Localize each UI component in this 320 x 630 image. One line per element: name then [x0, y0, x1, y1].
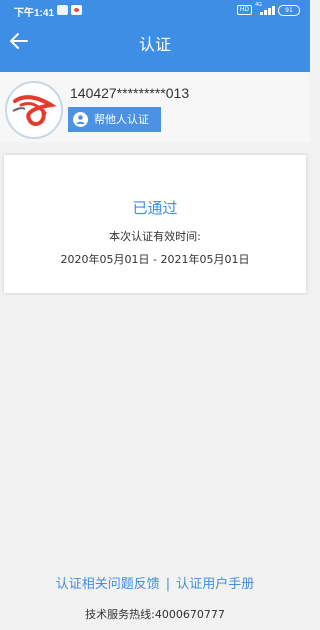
help-button-label: 帮他人认证 — [94, 113, 149, 126]
status-bar: 下午1:41 HD 4G 91 — [0, 0, 310, 20]
feedback-link[interactable]: 认证相关问题反馈 — [56, 577, 160, 592]
service-hotline: 技术服务热线:4000670777 — [85, 608, 225, 621]
battery-icon: 91 — [278, 4, 300, 16]
redacted-avatar-icon — [12, 95, 57, 127]
verification-status: 已通过 — [132, 199, 178, 217]
avatar — [5, 81, 63, 139]
signal-icon: 4G — [255, 2, 275, 15]
valid-period-range: 2020年05月01日 - 2021年05月01日 — [60, 253, 250, 266]
notification-icon — [57, 5, 68, 15]
profile-row: 140427*********013 帮他人认证 — [0, 72, 310, 142]
page-title: 认证 — [138, 35, 171, 54]
valid-period-label: 本次认证有效时间: — [109, 230, 201, 243]
status-time: 下午1:41 — [14, 8, 55, 19]
help-others-verify-button[interactable]: 帮他人认证 — [68, 107, 161, 132]
app-notification-icon — [71, 5, 82, 15]
top-bar: 下午1:41 HD 4G 91 认证 — [0, 0, 310, 72]
footer-links: 认证相关问题反馈 | 认证用户手册 — [0, 573, 310, 592]
link-separator: | — [165, 577, 171, 592]
id-number: 140427*********013 — [70, 85, 190, 101]
hd-icon: HD — [237, 5, 252, 15]
user-icon — [73, 112, 88, 127]
manual-link[interactable]: 认证用户手册 — [176, 577, 254, 592]
status-icons: HD 4G 91 — [237, 2, 300, 16]
network-label: 4G — [255, 2, 263, 8]
verification-card: 已通过 本次认证有效时间: 2020年05月01日 - 2021年05月01日 — [4, 155, 306, 293]
